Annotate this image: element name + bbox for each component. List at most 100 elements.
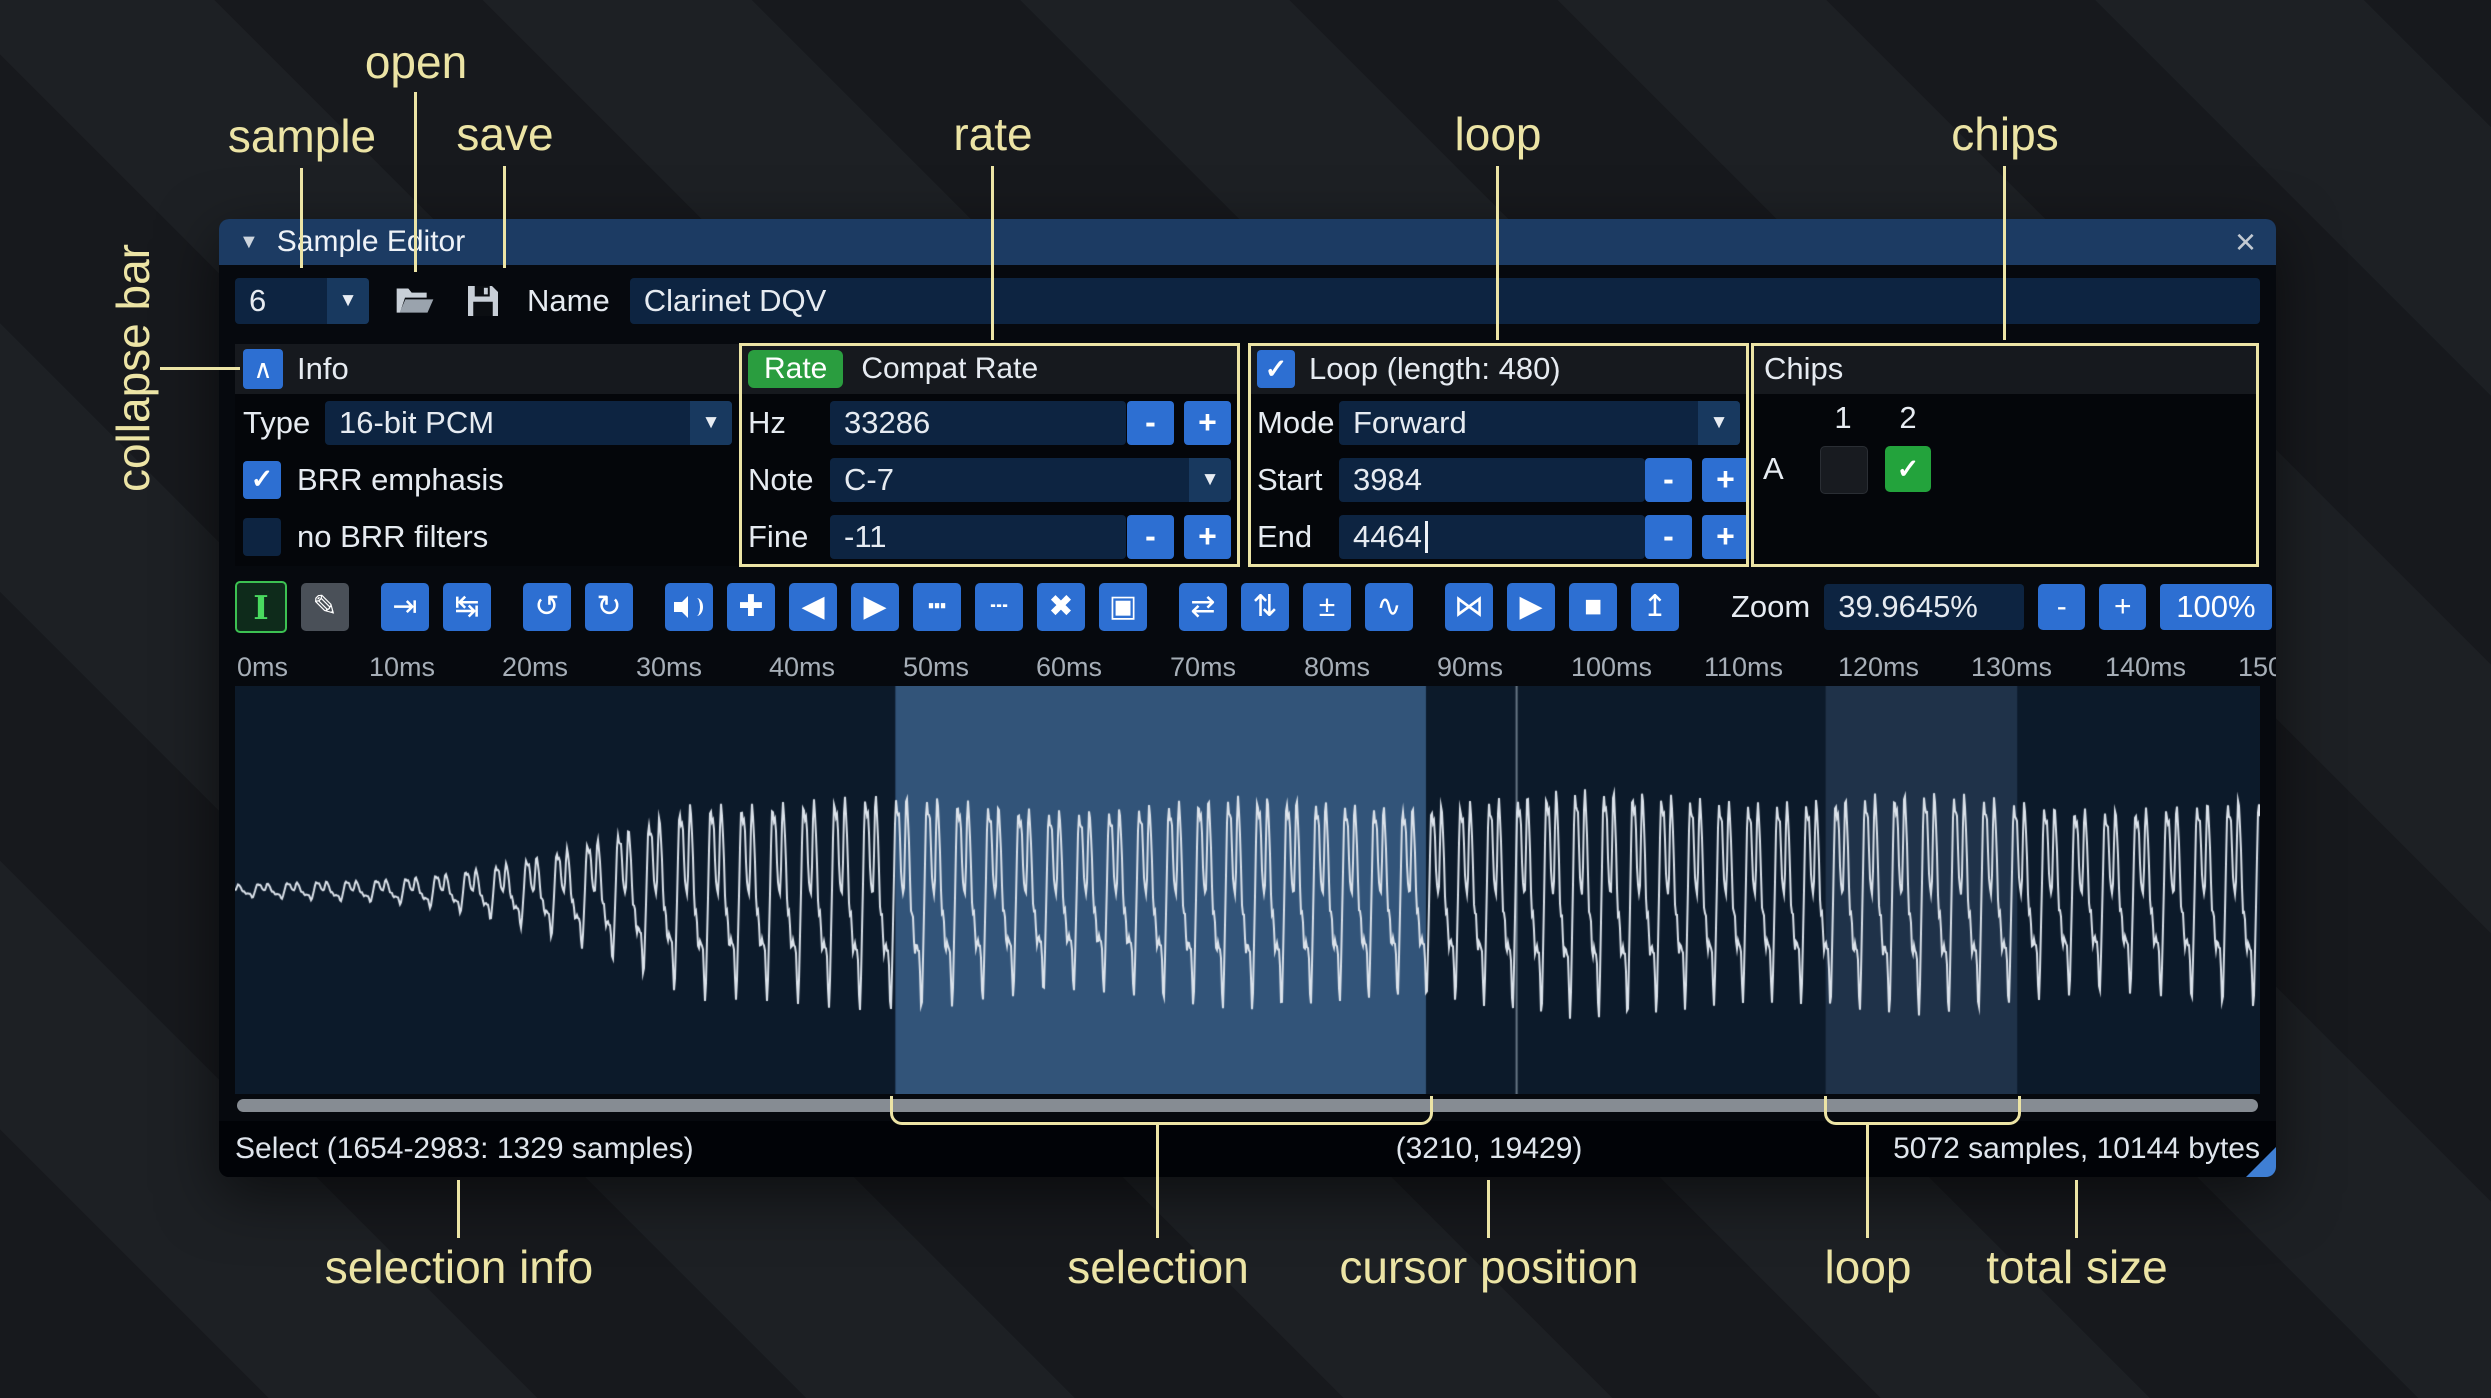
brr-emphasis-label: BRR emphasis (297, 461, 504, 497)
loop-start-increase-button[interactable]: + (1702, 457, 1749, 502)
chevron-down-icon: ▼ (701, 411, 721, 433)
crossfade-loop-button[interactable]: ⋈ (1445, 583, 1493, 631)
annotation-collapse-bar: collapse bar (107, 243, 159, 493)
collapse-info-button[interactable]: ∧ (243, 349, 283, 389)
loop-end-decrease-button[interactable]: - (1645, 514, 1692, 559)
loop-mode-select[interactable]: Forward ▼ (1339, 400, 1740, 445)
minus-icon: - (1145, 404, 1156, 440)
sample-number-select[interactable]: 6 ▼ (235, 278, 369, 324)
resize-grip[interactable] (2246, 1147, 2276, 1177)
speaker-icon (674, 595, 704, 619)
tab-compat-rate[interactable]: Compat Rate (857, 350, 1042, 388)
loop-end-input[interactable]: 4464 (1339, 514, 1645, 559)
page-background: ▼ Sample Editor × 6 ▼ Name Clarinet DQV … (0, 0, 2491, 1398)
type-select[interactable]: 16-bit PCM ▼ (325, 400, 732, 445)
sample-number-dropdown-button[interactable]: ▼ (327, 278, 369, 324)
note-label: Note (748, 461, 814, 497)
resample-button[interactable]: ↹ (443, 583, 491, 631)
redo-button[interactable]: ↻ (585, 583, 633, 631)
waveform-display[interactable] (235, 686, 2260, 1094)
delete-icon: ✖ (1048, 590, 1074, 623)
resize-button[interactable]: ⇥ (381, 583, 429, 631)
timeline-label: 50ms (903, 652, 970, 682)
timeline-label: 140ms (2105, 652, 2187, 682)
fine-decrease-button[interactable]: - (1127, 514, 1174, 559)
note-select[interactable]: C-7 ▼ (830, 457, 1231, 502)
window-title: Sample Editor (276, 225, 466, 258)
chip-1-checkbox[interactable] (1820, 446, 1868, 494)
normalize-button[interactable]: ✚ (727, 583, 775, 631)
zoom-reset-button[interactable]: 100% (2160, 584, 2272, 630)
name-label: Name (527, 283, 610, 318)
filter-button[interactable]: ∿ (1365, 583, 1413, 631)
loop-start-decrease-button[interactable]: - (1645, 457, 1692, 502)
fade-in-button[interactable]: ◀ (789, 583, 837, 631)
amplify-button[interactable] (665, 583, 713, 631)
chevron-up-icon: ∧ (253, 353, 273, 384)
fade-out-icon: ▶ (863, 590, 887, 623)
delete-button[interactable]: ✖ (1037, 583, 1085, 631)
timeline-label: 150ms (2238, 652, 2276, 682)
fine-input[interactable]: -11 (830, 514, 1126, 559)
type-label: Type (243, 404, 311, 440)
brr-emphasis-checkbox[interactable]: ✓ (243, 460, 281, 499)
edit-mode-button[interactable]: I (235, 581, 287, 633)
chip-2-checkbox[interactable]: ✓ (1885, 446, 1931, 492)
minus-icon: - (1145, 518, 1156, 554)
fade-out-button[interactable]: ▶ (851, 583, 899, 631)
tab-rate[interactable]: Rate (748, 350, 844, 388)
annotation-chips: chips (1951, 108, 2059, 160)
upload-icon: ↥ (1642, 590, 1668, 623)
save-button[interactable] (457, 278, 509, 324)
timeline-ruler[interactable]: 0ms 10ms 20ms 30ms 40ms 50ms 60ms 70ms 8… (235, 648, 2276, 686)
chips-panel: Chips 1 2 A ✓ (1751, 343, 2259, 567)
name-input[interactable]: Clarinet DQV (629, 278, 2260, 324)
fine-increase-button[interactable]: + (1184, 514, 1231, 559)
insert-silence-button[interactable]: ┅ (913, 583, 961, 631)
hz-increase-button[interactable]: + (1184, 400, 1231, 445)
hz-decrease-button[interactable]: - (1127, 400, 1174, 445)
titlebar: ▼ Sample Editor × (219, 219, 2276, 265)
timeline-label: 20ms (502, 652, 569, 682)
note-dropdown-button[interactable]: ▼ (1189, 457, 1231, 502)
timeline-label: 40ms (769, 652, 836, 682)
collapse-window-icon[interactable]: ▼ (239, 231, 259, 254)
zoom-in-button[interactable]: + (2099, 584, 2147, 630)
loop-end-increase-button[interactable]: + (1702, 514, 1749, 559)
rate-panel: Rate Compat Rate Hz 33286 - + Note C-7 ▼… (739, 343, 1240, 567)
undo-button[interactable]: ↺ (523, 583, 571, 631)
loop-end-value: 4464 (1353, 518, 1422, 554)
type-dropdown-button[interactable]: ▼ (690, 400, 732, 445)
zoom-input[interactable]: 39.9645% (1824, 584, 2025, 630)
loop-enable-checkbox[interactable]: ✓ (1257, 350, 1295, 388)
undo-icon: ↺ (534, 590, 560, 623)
reverse-button[interactable]: ⇄ (1179, 583, 1227, 631)
hz-input[interactable]: 33286 (830, 400, 1126, 445)
chips-panel-title: Chips (1764, 351, 1844, 386)
reverse-icon: ⇄ (1190, 590, 1216, 623)
apply-silence-button[interactable]: ┄ (975, 583, 1023, 631)
annotation-open: open (364, 36, 468, 88)
floppy-save-icon (468, 286, 498, 316)
sign-button[interactable]: ± (1303, 583, 1351, 631)
close-icon[interactable]: × (2235, 224, 2256, 260)
scrollbar-thumb[interactable] (237, 1099, 2258, 1112)
loop-start-label: Start (1257, 461, 1323, 497)
annotation-sample: sample (227, 110, 377, 162)
draw-button[interactable]: ✎ (301, 583, 349, 631)
open-button[interactable] (389, 278, 441, 324)
status-bar: Select (1654-2983: 1329 samples) (3210, … (219, 1121, 2276, 1177)
zoom-out-button[interactable]: - (2038, 584, 2086, 630)
no-brr-filters-checkbox[interactable] (243, 517, 281, 556)
loop-start-input[interactable]: 3984 (1339, 457, 1645, 502)
trim-button[interactable]: ▣ (1099, 583, 1147, 631)
stop-button[interactable]: ■ (1569, 583, 1617, 631)
annotation-loop-top: loop (1454, 108, 1542, 160)
loop-mode-dropdown-button[interactable]: ▼ (1698, 400, 1740, 445)
invert-button[interactable]: ⇅ (1241, 583, 1289, 631)
crossfade-icon: ⋈ (1454, 590, 1484, 623)
waveform-scrollbar[interactable] (235, 1099, 2260, 1113)
loop-panel: ✓ Loop (length: 480) Mode Forward ▼ Star… (1248, 343, 1749, 567)
upload-button[interactable]: ↥ (1631, 583, 1679, 631)
preview-button[interactable]: ▶ (1507, 583, 1555, 631)
